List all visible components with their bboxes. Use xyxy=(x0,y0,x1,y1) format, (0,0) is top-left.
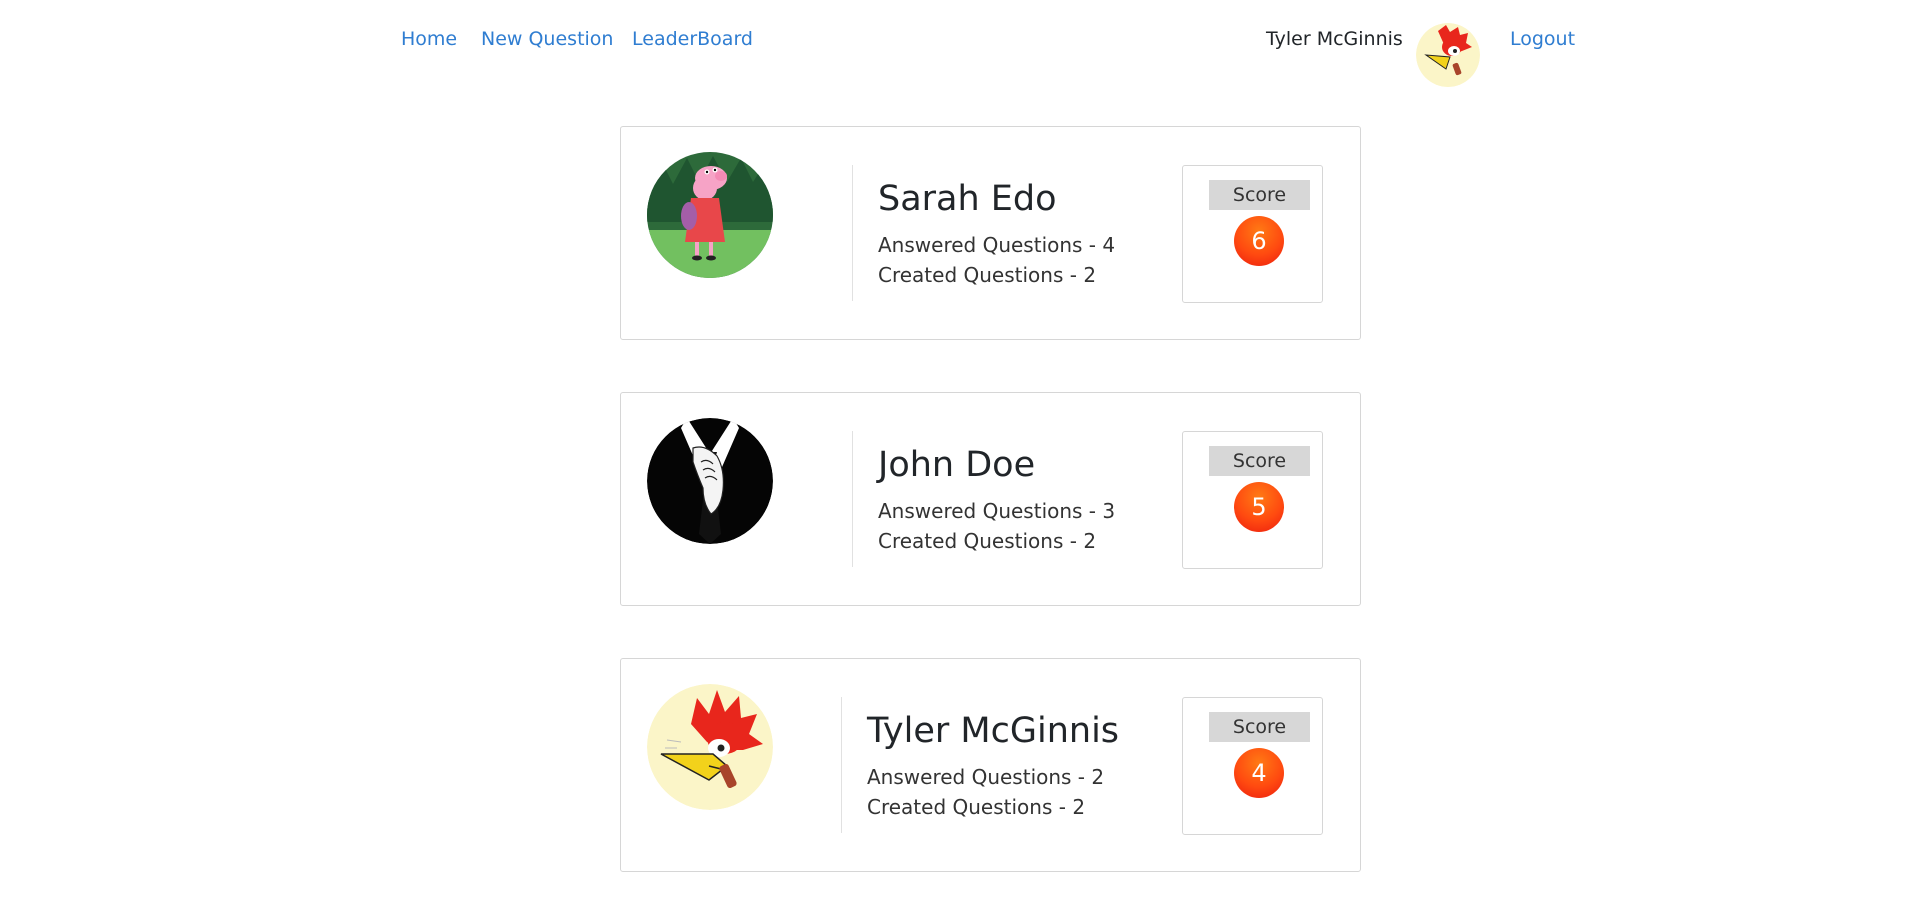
woodpecker-icon xyxy=(1416,23,1480,87)
user-name: Tyler McGinnis xyxy=(867,711,1120,751)
answered-questions: Answered Questions - 4 xyxy=(878,233,1116,257)
leaderboard-card: Sarah Edo Answered Questions - 4 Created… xyxy=(620,126,1361,340)
score-label: Score xyxy=(1209,180,1310,210)
created-questions: Created Questions - 2 xyxy=(878,529,1097,553)
score-badge: 5 xyxy=(1234,482,1284,532)
user-avatar xyxy=(647,152,773,278)
user-avatar xyxy=(647,418,773,544)
leaderboard-card: Tyler McGinnis Answered Questions - 2 Cr… xyxy=(620,658,1361,872)
nav-new-question-link[interactable]: New Question xyxy=(481,28,613,50)
user-name: John Doe xyxy=(878,445,1036,485)
score-label: Score xyxy=(1209,712,1310,742)
nav-home-link[interactable]: Home xyxy=(401,28,457,50)
nav-leaderboard-link[interactable]: LeaderBoard xyxy=(632,28,753,50)
card-divider xyxy=(841,697,842,833)
suit-and-tie-icon xyxy=(647,418,773,544)
current-user-avatar xyxy=(1416,23,1480,87)
woodpecker-icon xyxy=(647,684,773,810)
leaderboard-card: John Doe Answered Questions - 3 Created … xyxy=(620,392,1361,606)
score-box: Score 5 xyxy=(1182,431,1323,569)
score-badge: 4 xyxy=(1234,748,1284,798)
logout-link[interactable]: Logout xyxy=(1510,28,1575,50)
card-divider xyxy=(852,165,853,301)
peppa-pig-icon xyxy=(647,152,773,278)
created-questions: Created Questions - 2 xyxy=(867,795,1086,819)
created-questions: Created Questions - 2 xyxy=(878,263,1097,287)
score-badge: 6 xyxy=(1234,216,1284,266)
answered-questions: Answered Questions - 3 xyxy=(878,499,1116,523)
user-avatar xyxy=(647,684,773,810)
current-user-name: Tyler McGinnis xyxy=(1266,28,1403,50)
score-box: Score 4 xyxy=(1182,697,1323,835)
answered-questions: Answered Questions - 2 xyxy=(867,765,1105,789)
card-divider xyxy=(852,431,853,567)
score-box: Score 6 xyxy=(1182,165,1323,303)
top-navbar: Home New Question LeaderBoard Tyler McGi… xyxy=(0,0,1920,87)
score-label: Score xyxy=(1209,446,1310,476)
user-name: Sarah Edo xyxy=(878,179,1057,219)
